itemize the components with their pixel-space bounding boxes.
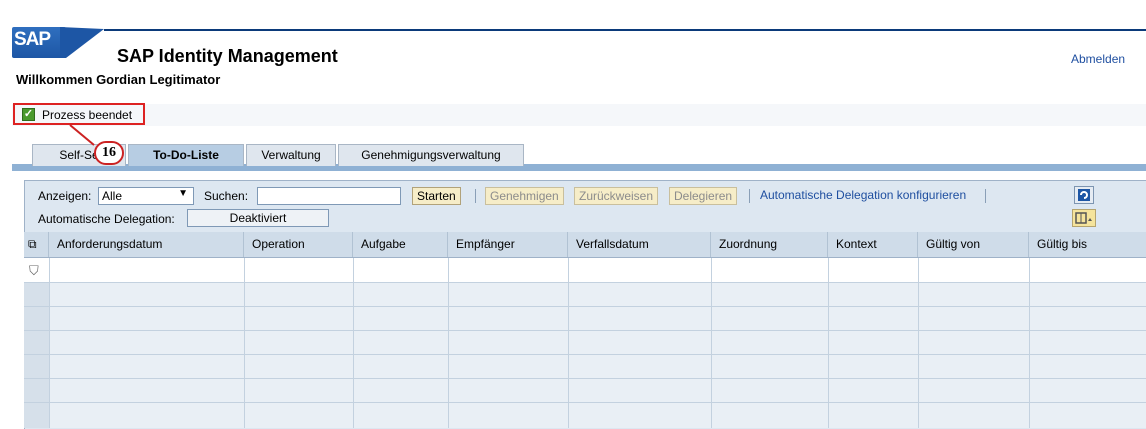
tab-label: To-Do-Liste: [153, 148, 219, 162]
column-divider: [448, 258, 449, 428]
tab-to-do-liste[interactable]: To-Do-Liste: [128, 144, 244, 166]
sap-logo-text: SAP: [14, 29, 51, 50]
row-selector-column[interactable]: [24, 283, 49, 428]
column-divider: [918, 258, 919, 428]
tab-genehmigungsverwaltung[interactable]: Genehmigungsverwaltung: [338, 144, 524, 166]
column-divider: [1029, 258, 1030, 428]
status-bar: [12, 104, 1146, 126]
settings-icon[interactable]: [1072, 209, 1096, 227]
search-label: Suchen:: [204, 189, 249, 203]
reject-button[interactable]: Zurückweisen: [574, 187, 659, 205]
tab-label: Self-Se: [59, 148, 99, 162]
column-header[interactable]: Verfallsdatum: [568, 232, 711, 257]
column-header[interactable]: Gültig bis: [1029, 232, 1146, 257]
column-divider: [49, 258, 50, 428]
column-header[interactable]: Gültig von: [918, 232, 1029, 257]
auto-delegation-config-link[interactable]: Automatische Delegation konfigurieren: [760, 188, 966, 202]
approve-button[interactable]: Genehmigen: [485, 187, 564, 205]
delegate-button[interactable]: Delegieren: [669, 187, 738, 205]
status-message: Prozess beendet: [42, 108, 133, 122]
success-check-icon: ✓: [22, 108, 35, 121]
auto-delegation-status: Deaktiviert: [187, 209, 329, 227]
column-divider: [828, 258, 829, 428]
column-divider: [244, 258, 245, 428]
brand-line: [104, 29, 1146, 31]
step-callout: 16: [94, 141, 124, 165]
row-divider: [24, 378, 1146, 379]
column-header[interactable]: Kontext: [828, 232, 918, 257]
filter-row[interactable]: [24, 258, 1146, 282]
column-header[interactable]: Operation: [244, 232, 353, 257]
table-body: [24, 283, 1146, 428]
column-divider: [353, 258, 354, 428]
row-divider: [24, 282, 1146, 283]
filter-icon[interactable]: ⛉: [29, 263, 39, 279]
welcome-text: Willkommen Gordian Legitimator: [16, 72, 221, 87]
dropdown-arrow-icon: ▼: [178, 188, 188, 199]
top-spacer: [0, 0, 1146, 28]
callout-pointer: [69, 124, 95, 146]
row-divider: [24, 330, 1146, 331]
show-select[interactable]: Alle ▼: [98, 187, 194, 205]
column-divider: [711, 258, 712, 428]
tab-verwaltung[interactable]: Verwaltung: [246, 144, 336, 166]
refresh-icon[interactable]: [1074, 186, 1094, 204]
logo-swoosh-icon: [60, 27, 104, 58]
show-select-value: Alle: [102, 189, 123, 203]
select-all-icon[interactable]: ⧉: [24, 232, 49, 257]
column-header[interactable]: Aufgabe: [353, 232, 448, 257]
column-header[interactable]: Anforderungsdatum: [49, 232, 244, 257]
search-input[interactable]: [257, 187, 401, 205]
column-divider: [568, 258, 569, 428]
start-button[interactable]: Starten: [412, 187, 461, 205]
column-header[interactable]: Empfänger: [448, 232, 568, 257]
auto-delegation-label: Automatische Delegation:: [38, 212, 175, 226]
column-header[interactable]: Zuordnung: [711, 232, 828, 257]
row-divider: [24, 306, 1146, 307]
toolbar-separator: [749, 189, 750, 203]
row-divider: [24, 402, 1146, 403]
toolbar-separator: [985, 189, 986, 203]
app-title: SAP Identity Management: [117, 46, 338, 66]
row-divider: [24, 354, 1146, 355]
tab-label: Verwaltung: [261, 148, 321, 162]
tab-label: Genehmigungsverwaltung: [361, 148, 501, 162]
toolbar-separator: [475, 189, 476, 203]
logout-link[interactable]: Abmelden: [1071, 52, 1125, 66]
show-label: Anzeigen:: [38, 189, 92, 203]
